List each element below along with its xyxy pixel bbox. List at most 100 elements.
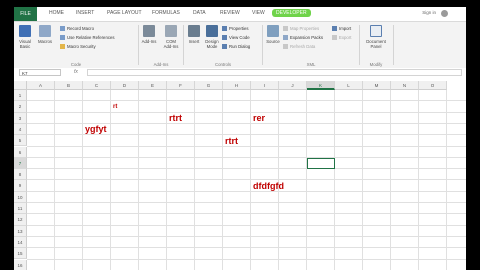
column-header-m[interactable]: M <box>363 81 391 90</box>
properties-icon <box>222 26 227 31</box>
import-button[interactable]: Import <box>332 26 351 31</box>
visual-basic-button[interactable]: Visual Basic <box>16 25 34 49</box>
column-header-f[interactable]: F <box>167 81 195 90</box>
account-avatar-icon[interactable] <box>441 10 448 17</box>
expansion-packs-button[interactable]: Expansion Packs <box>283 35 323 40</box>
row-header-6[interactable]: 6 <box>14 146 27 158</box>
relative-references-button[interactable]: Use Relative References <box>60 35 115 40</box>
group-divider <box>393 25 394 65</box>
tab-insert[interactable]: INSERT <box>76 10 94 16</box>
row-header-8[interactable]: 8 <box>14 169 27 181</box>
row-header-13[interactable]: 13 <box>14 225 27 237</box>
row-gridline <box>27 168 466 170</box>
column-header-o[interactable]: O <box>419 81 447 90</box>
modify-group-label: Modify <box>369 62 383 67</box>
tab-home[interactable]: HOME <box>49 10 64 16</box>
row-header-3[interactable]: 3 <box>14 112 27 124</box>
cell-d2[interactable]: rt <box>113 104 117 110</box>
macros-button[interactable]: Macros <box>36 25 54 44</box>
active-cell[interactable] <box>307 157 335 170</box>
row-gridline <box>27 145 466 147</box>
column-header-c[interactable]: C <box>83 81 111 90</box>
row-header-10[interactable]: 10 <box>14 191 27 203</box>
macro-security-button[interactable]: Macro Security <box>60 44 96 49</box>
visual-basic-icon <box>19 25 31 37</box>
group-divider <box>183 25 184 65</box>
view-code-icon <box>222 35 227 40</box>
row-header-12[interactable]: 12 <box>14 214 27 226</box>
tab-page-layout[interactable]: PAGE LAYOUT <box>107 10 142 16</box>
group-divider <box>138 25 139 65</box>
source-button[interactable]: Source <box>264 25 282 44</box>
refresh-data-button[interactable]: Refresh Data <box>283 44 315 49</box>
gear-icon <box>143 25 155 37</box>
worksheet-grid[interactable]: A B C D E F G H I J K L M N O 1 2 3 4 5 6 7 8 9 10 11 12 13 14 15 16 rt… <box>14 81 466 270</box>
sign-in-link[interactable]: Sign in <box>422 10 436 15</box>
export-label: Export <box>339 35 352 40</box>
row-gridline <box>27 258 466 260</box>
view-code-button[interactable]: View Code <box>222 35 250 40</box>
cell-f3[interactable]: rtrt <box>169 113 182 123</box>
column-header-k[interactable]: K <box>307 81 335 90</box>
refresh-icon <box>283 44 288 49</box>
com-addins-button[interactable]: COM Add-Ins <box>161 25 181 49</box>
row-header-1[interactable]: 1 <box>14 90 27 102</box>
row-header-4[interactable]: 4 <box>14 123 27 136</box>
select-all-corner[interactable] <box>14 81 27 90</box>
row-header-5[interactable]: 5 <box>14 135 27 147</box>
row-header-2[interactable]: 2 <box>14 101 27 113</box>
design-mode-button[interactable]: Design Mode <box>203 25 221 49</box>
column-header-b[interactable]: B <box>55 81 83 90</box>
map-properties-button[interactable]: Map Properties <box>283 26 319 31</box>
view-code-label: View Code <box>229 35 250 40</box>
column-header-a[interactable]: A <box>27 81 55 90</box>
row-header-16[interactable]: 16 <box>14 259 27 270</box>
column-header-e[interactable]: E <box>139 81 167 90</box>
tab-data[interactable]: DATA <box>193 10 206 16</box>
properties-button[interactable]: Properties <box>222 26 249 31</box>
column-header-i[interactable]: I <box>251 81 279 90</box>
source-label: Source <box>266 39 280 44</box>
group-divider <box>359 25 360 65</box>
row-gridline <box>27 247 466 249</box>
addins-button[interactable]: Add-Ins <box>140 25 158 44</box>
ribbon-developer: Visual Basic Macros Record Macro Use Rel… <box>14 21 466 69</box>
document-panel-button[interactable]: Document Panel <box>362 25 390 49</box>
expansion-packs-label: Expansion Packs <box>290 35 323 40</box>
cell-i3[interactable]: rer <box>253 113 265 123</box>
row-header-14[interactable]: 14 <box>14 236 27 249</box>
cell-i9[interactable]: dfdfgfd <box>253 181 284 191</box>
name-box[interactable]: K7 <box>19 69 61 76</box>
insert-control-button[interactable]: Insert <box>185 25 203 44</box>
row-header-15[interactable]: 15 <box>14 248 27 260</box>
column-header-j[interactable]: J <box>279 81 307 90</box>
relative-references-icon <box>60 35 65 40</box>
tab-review[interactable]: REVIEW <box>220 10 240 16</box>
column-header-h[interactable]: H <box>223 81 251 90</box>
addins-group-label: Add-Ins <box>153 62 169 67</box>
row-header-11[interactable]: 11 <box>14 203 27 215</box>
row-header-9[interactable]: 9 <box>14 180 27 192</box>
cell-c4[interactable]: ygfyt <box>85 124 107 134</box>
macro-security-label: Macro Security <box>67 44 96 49</box>
formula-input[interactable] <box>87 69 462 76</box>
fx-icon[interactable]: fx <box>74 69 78 75</box>
column-header-l[interactable]: L <box>335 81 363 90</box>
record-macro-button[interactable]: Record Macro <box>60 26 94 31</box>
column-header-n[interactable]: N <box>391 81 419 90</box>
record-macro-icon <box>60 26 65 31</box>
tab-file[interactable]: FILE <box>14 7 37 21</box>
record-macro-label: Record Macro <box>67 26 94 31</box>
run-dialog-icon <box>222 44 227 49</box>
import-label: Import <box>339 26 352 31</box>
row-header-7[interactable]: 7 <box>14 157 27 170</box>
map-properties-label: Map Properties <box>290 26 320 31</box>
export-button[interactable]: Export <box>332 35 351 40</box>
tab-view[interactable]: VIEW <box>252 10 265 16</box>
cell-h5[interactable]: rtrt <box>225 136 238 146</box>
run-dialog-button[interactable]: Run Dialog <box>222 44 250 49</box>
column-header-g[interactable]: G <box>195 81 223 90</box>
tab-formulas[interactable]: FORMULAS <box>152 10 180 16</box>
tab-developer[interactable]: DEVELOPER <box>272 9 311 17</box>
column-header-d[interactable]: D <box>111 81 139 90</box>
